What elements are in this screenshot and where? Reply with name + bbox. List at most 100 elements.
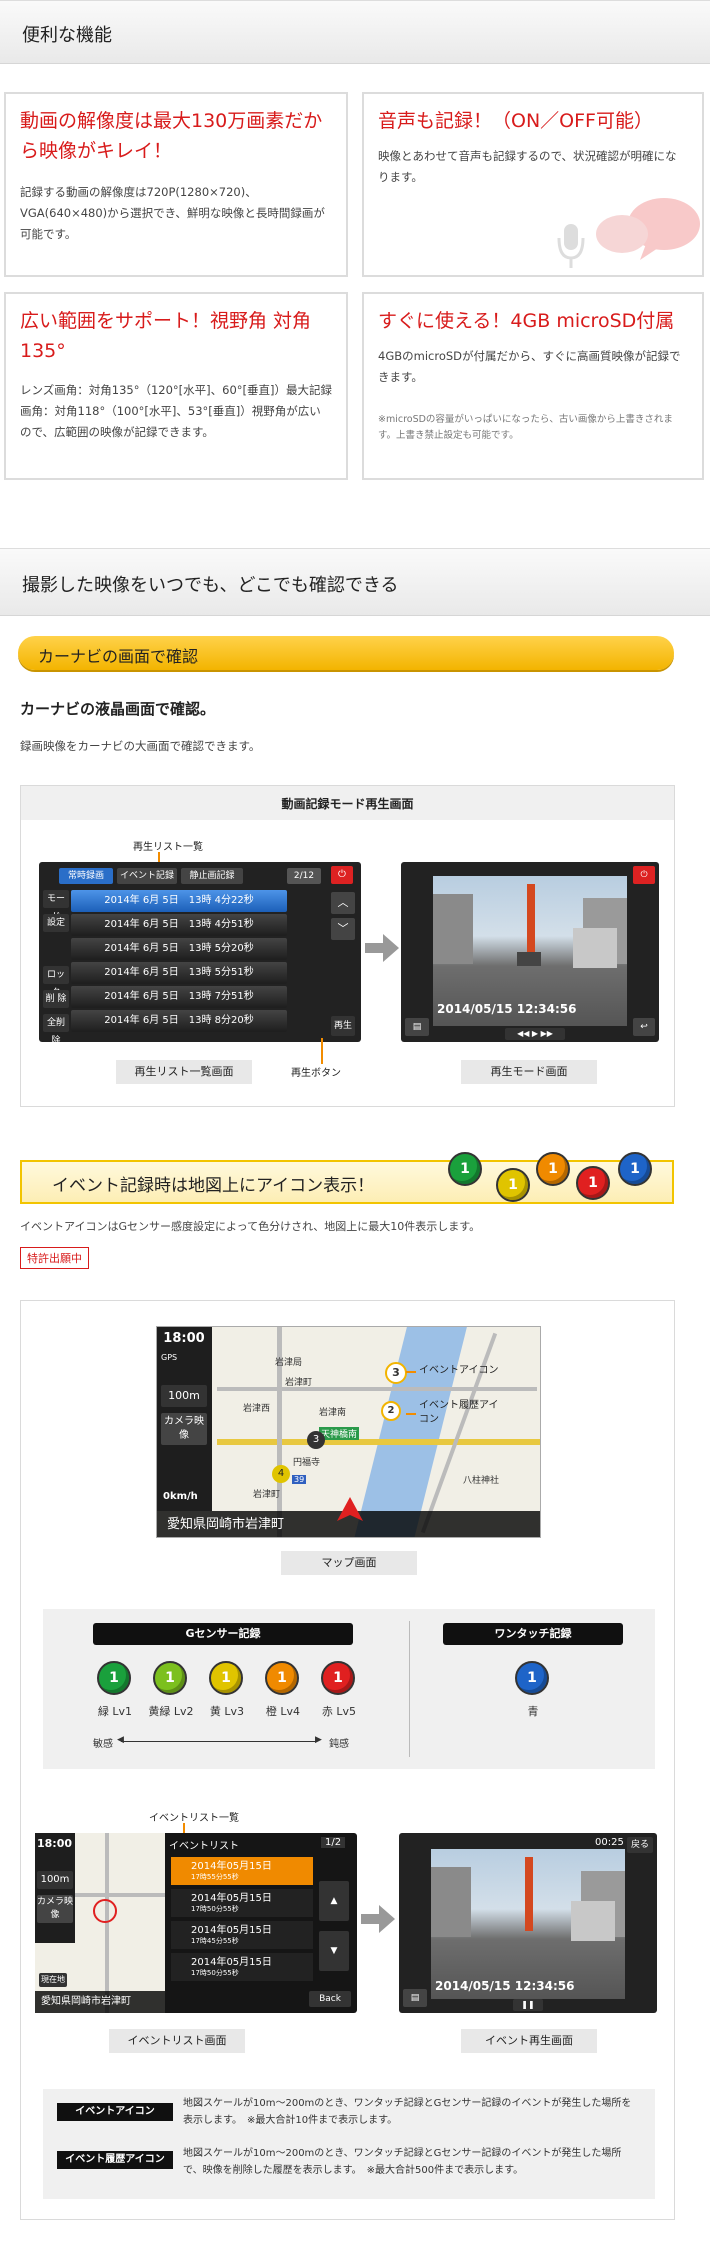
legend-text: 地図スケールが10m〜200mのとき、ワンタッチ記録とGセンサー記録のイベントが… (183, 2098, 632, 2126)
section-title: 便利な機能 (22, 25, 112, 46)
level-label: 黄 Lv3 (209, 1705, 245, 1718)
video-timestamp: 2014/05/15 12:34:56 (435, 1979, 575, 1993)
power-icon[interactable]: ⏻ (331, 866, 353, 884)
place-label: 岩津局 (275, 1358, 303, 1368)
tab-event[interactable]: イベント記録 (117, 868, 177, 884)
scroll-down-icon[interactable]: ▼ (319, 1931, 349, 1971)
feature-card-resolution: 動画の解像度は最大130万画素だから映像がキレイ！ 記録する動画の解像度は720… (4, 92, 348, 277)
event-list-page: 1/2 (321, 1837, 346, 1848)
tower-image (527, 884, 535, 958)
scroll-up-icon[interactable]: ▲ (319, 1881, 349, 1921)
event-list-item[interactable]: 2014年05月15日 17時45分55秒 (171, 1921, 313, 1949)
event-list-item[interactable]: 2014年05月15日 17時50分55秒 (171, 1953, 313, 1981)
tab-always[interactable]: 常時録画 (59, 868, 113, 884)
mode-button[interactable]: モード (43, 890, 69, 922)
feature-body: 4GBのmicroSDが付属だから、すぐに高画質映像が記録できます。 (378, 349, 681, 384)
back-button[interactable]: Back (309, 1991, 351, 2007)
vehicle-position-icon (337, 1497, 363, 1521)
arrow-right-icon (361, 1905, 395, 1933)
list-row[interactable]: 2014年 6月 5日 13時 4分51秒 (71, 914, 287, 936)
map-scale[interactable]: 100m (37, 1871, 73, 1889)
event-list-item[interactable]: 2014年05月15日 17時50分55秒 (171, 1889, 313, 1917)
event-marker-icon[interactable]: 3 (385, 1362, 407, 1384)
map-time: 18:00 (37, 1837, 73, 1850)
event-marker-icon[interactable]: 4 (272, 1465, 290, 1483)
map-scale[interactable]: 100m (161, 1385, 207, 1407)
sensitivity-arrow (121, 1741, 317, 1742)
mini-map: 18:00 100m カメラ映像 現在地 愛知県岡崎市岩津町 (35, 1833, 165, 2013)
speed-readout: 0km/h (163, 1491, 198, 1502)
playback-time: 00:25 (595, 1837, 624, 1848)
list-row[interactable]: 2014年 6月 5日 13時 4分22秒 (71, 890, 287, 912)
delete-button[interactable]: 削 除 (43, 990, 69, 1008)
level-5-icon: 1 (321, 1661, 355, 1695)
navi-pill: カーナビの画面で確認 (18, 636, 674, 670)
list-row[interactable]: 2014年 6月 5日 13時 5分51秒 (71, 962, 287, 984)
address-bar: 愛知県岡崎市岩津町 (35, 1991, 165, 2013)
level-label: 緑 Lv1 (97, 1705, 133, 1718)
feature-card-angle: 広い範囲をサポート！視野角 対角135° レンズ画角：対角135°（120°[水… (4, 292, 348, 480)
place-label: 岩津町 (253, 1490, 281, 1500)
lock-button[interactable]: ロック (43, 966, 69, 998)
play-caption: 再生ボタン (291, 1068, 341, 1079)
delete-all-button[interactable]: 全削除 (43, 1014, 69, 1046)
menu-icon[interactable]: ▤ (403, 1989, 427, 2007)
list-row[interactable]: 2014年 6月 5日 13時 7分51秒 (71, 986, 287, 1008)
legend-text: 地図スケールが10m〜200mのとき、ワンタッチ記録とGセンサー記録のイベントが… (183, 2148, 622, 2176)
camera-button[interactable]: カメラ映像 (37, 1895, 73, 1923)
power-icon[interactable]: ⏻ (633, 866, 655, 884)
tab-still[interactable]: 静止画記録 (181, 868, 243, 884)
event-marker-icon[interactable]: 3 (307, 1431, 325, 1449)
history-icon-label: イベント履歴アイコン (419, 1400, 499, 1425)
gps-indicator: GPS (161, 1353, 178, 1362)
feature-title: 広い範囲をサポート！視野角 対角135° (20, 310, 312, 362)
video-frame (431, 1849, 625, 1999)
play-button[interactable]: 再生 (331, 1016, 355, 1036)
menu-icon[interactable]: ▤ (405, 1018, 429, 1036)
settings-button[interactable]: 設定 (43, 914, 69, 932)
route-sign: 39 (292, 1475, 307, 1484)
legend-tag-history: イベント履歴アイコン (57, 2151, 173, 2169)
panel-title: 動画記録モード再生画面 (281, 797, 414, 811)
navi-description: 録画映像をカーナビの大画面で確認できます。 (20, 739, 261, 753)
navi-heading: カーナビの液晶画面で確認。 (20, 700, 216, 718)
event-list-caption: イベントリスト一覧 (149, 1813, 239, 1824)
legend-tag-event: イベントアイコン (57, 2103, 173, 2121)
event-banner-text: イベント記録時は地図上にアイコン表示！ (52, 1176, 375, 1196)
place-label: 岩津西 (243, 1404, 271, 1414)
feature-note: ※microSDの容量がいっぱいになったら、古い画像から上書きされます。上書き禁… (378, 414, 673, 441)
feature-body: 記録する動画の解像度は720P(1280×720)、VGA(640×480)から… (20, 185, 325, 241)
playback-controls[interactable]: ◀◀ ▶ ▶▶ (505, 1028, 565, 1040)
back-icon[interactable]: ↩ (633, 1018, 655, 1036)
onetouch-icon: 1 (515, 1661, 549, 1695)
pause-icon[interactable]: ❚❚ (513, 1999, 543, 2011)
list-row[interactable]: 2014年 6月 5日 13時 8分20秒 (71, 1010, 287, 1032)
place-label: 八柱神社 (463, 1476, 500, 1486)
level-1-icon: 1 (97, 1661, 131, 1695)
event-list-title: イベントリスト (169, 1841, 239, 1852)
gsensor-box: Gセンサー記録 ワンタッチ記録 1 1 1 1 1 1 緑 Lv1 黄緑 Lv2… (43, 1609, 655, 1769)
return-button[interactable]: 戻る (627, 1837, 653, 1853)
camera-button[interactable]: カメラ映像 (161, 1413, 207, 1445)
level-label: 赤 Lv5 (321, 1705, 357, 1718)
event-play-screen-label: イベント再生画面 (461, 2029, 597, 2053)
river (347, 1327, 467, 1537)
current-location-button[interactable]: 現在地 (39, 1973, 67, 1987)
navi-panel: 動画記録モード再生画面 再生リスト一覧 常時録画 イベント記録 静止画記録 2/… (20, 785, 675, 1107)
onetouch-title: ワンタッチ記録 (443, 1623, 623, 1645)
event-list-screen: 18:00 100m カメラ映像 現在地 愛知県岡崎市岩津町 イベントリスト 1… (35, 1833, 357, 2013)
scroll-down-icon[interactable]: ﹀ (331, 918, 355, 940)
scroll-up-icon[interactable]: ︿ (331, 892, 355, 914)
page-indicator: 2/12 (287, 868, 321, 884)
event-history-marker-icon[interactable]: 2 (381, 1401, 401, 1421)
list-row[interactable]: 2014年 6月 5日 13時 5分20秒 (71, 938, 287, 960)
event-panel: 18:00 GPS 100m カメラ映像 0km/h 愛知県岡崎市岩津町 岩津局… (20, 1300, 675, 2220)
place-label: 岩津南 (319, 1408, 347, 1418)
event-list-item[interactable]: 2014年05月15日 17時55分55秒 (171, 1857, 313, 1885)
feature-title: すぐに使える！4GB microSD付属 (378, 310, 675, 332)
map-view: 18:00 GPS 100m カメラ映像 0km/h 愛知県岡崎市岩津町 岩津局… (156, 1326, 541, 1538)
section-title: 撮影した映像をいつでも、どこでも確認できる (22, 575, 399, 596)
map-time: 18:00 (163, 1331, 205, 1346)
sensitive-label: 敏感 (93, 1739, 113, 1750)
mode-screen-label: 再生モード画面 (461, 1060, 597, 1084)
